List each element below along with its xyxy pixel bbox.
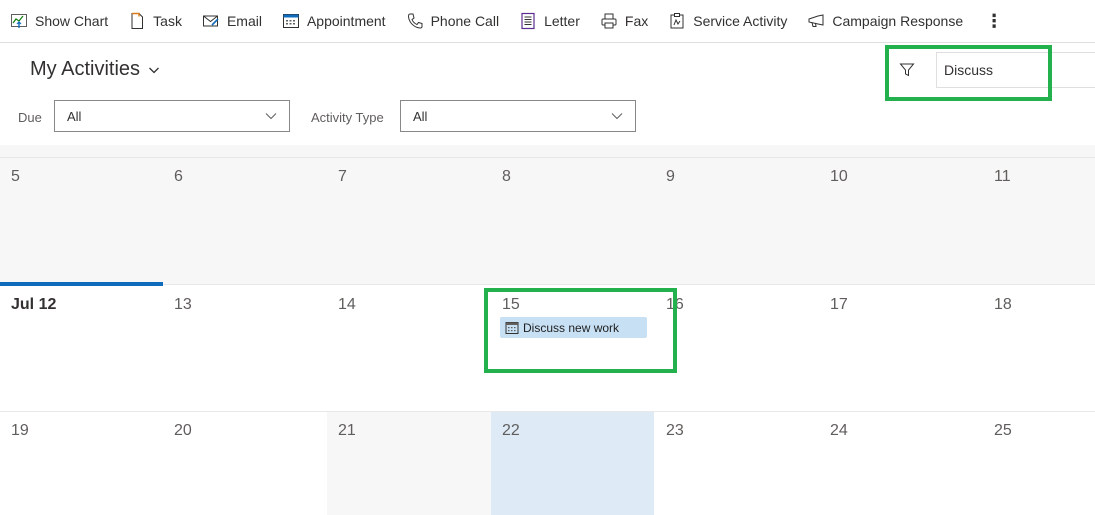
activity-type-filter-label: Activity Type xyxy=(311,110,384,125)
day-number: 25 xyxy=(994,422,1012,439)
calendar-week: 5 6 7 8 9 10 11 xyxy=(0,158,1095,285)
email-label: Email xyxy=(226,13,262,29)
day-number: 8 xyxy=(502,168,511,185)
phone-call-label: Phone Call xyxy=(430,13,500,29)
appointment-icon xyxy=(505,321,519,334)
new-task-button[interactable]: Task xyxy=(118,0,192,43)
day-number: 21 xyxy=(338,422,356,439)
calendar-day[interactable]: 8 xyxy=(491,158,655,284)
due-filter-select[interactable]: All xyxy=(54,100,290,132)
command-bar: Show Chart Task Email Appointment Phone … xyxy=(0,0,1095,43)
day-number: Jul 12 xyxy=(11,296,57,313)
calendar-day-today[interactable]: Jul 12 xyxy=(0,282,163,411)
day-number: 11 xyxy=(994,168,1011,185)
new-campaign-response-button[interactable]: Campaign Response xyxy=(797,0,973,43)
calendar-day[interactable]: 11 xyxy=(983,158,1095,284)
letter-label: Letter xyxy=(544,13,580,29)
day-number: 10 xyxy=(830,168,848,185)
day-number: 24 xyxy=(830,422,848,439)
phone-icon xyxy=(406,12,424,30)
view-selector[interactable]: My Activities xyxy=(30,58,160,81)
chevron-down-icon xyxy=(265,113,277,120)
calendar-header-strip xyxy=(0,145,1095,158)
campaign-response-label: Campaign Response xyxy=(832,13,964,29)
calendar-icon xyxy=(282,12,300,30)
calendar-day[interactable]: 21 xyxy=(327,412,491,515)
activity-type-filter-value: All xyxy=(413,108,428,124)
service-activity-label: Service Activity xyxy=(693,13,788,29)
calendar-day[interactable]: 23 xyxy=(655,412,819,515)
task-icon xyxy=(128,12,146,30)
fax-icon xyxy=(600,12,618,30)
calendar-day[interactable]: 15 Discuss new work xyxy=(491,286,655,411)
more-icon: ⋮ xyxy=(985,10,1004,31)
day-number: 7 xyxy=(338,168,347,185)
new-fax-button[interactable]: Fax xyxy=(590,0,658,43)
calendar-day[interactable]: 19 xyxy=(0,412,163,515)
calendar-day[interactable]: 16 xyxy=(655,286,819,411)
task-label: Task xyxy=(153,13,182,29)
calendar-event[interactable]: Discuss new work xyxy=(500,317,647,338)
email-icon xyxy=(202,12,220,30)
calendar-day[interactable]: 24 xyxy=(819,412,983,515)
letter-icon xyxy=(519,12,537,30)
new-appointment-button[interactable]: Appointment xyxy=(272,0,396,43)
calendar-month-view: 5 6 7 8 9 10 11 Jul 12 13 14 15 Discuss … xyxy=(0,145,1095,515)
day-number: 20 xyxy=(174,422,192,439)
show-chart-button[interactable]: Show Chart xyxy=(0,0,118,43)
day-number: 14 xyxy=(338,296,356,313)
search-box xyxy=(893,52,1095,88)
day-number: 6 xyxy=(174,168,183,185)
calendar-day[interactable]: 20 xyxy=(163,412,327,515)
day-number: 5 xyxy=(11,168,20,185)
calendar-day[interactable]: 25 xyxy=(983,412,1095,515)
new-letter-button[interactable]: Letter xyxy=(509,0,590,43)
calendar-day[interactable]: 5 xyxy=(0,158,163,284)
day-number: 18 xyxy=(994,296,1012,313)
due-filter-value: All xyxy=(67,108,82,124)
calendar-day[interactable]: 17 xyxy=(819,286,983,411)
chevron-down-icon xyxy=(149,67,159,73)
more-commands-button[interactable]: ⋮ xyxy=(973,0,1015,43)
megaphone-icon xyxy=(807,12,825,30)
day-number: 23 xyxy=(666,422,684,439)
new-email-button[interactable]: Email xyxy=(192,0,272,43)
day-number: 22 xyxy=(502,422,520,439)
day-number: 16 xyxy=(666,296,684,313)
calendar-day[interactable]: 18 xyxy=(983,286,1095,411)
today-indicator xyxy=(0,282,163,286)
service-activity-icon xyxy=(668,12,686,30)
calendar-day[interactable]: 13 xyxy=(163,286,327,411)
filter-icon[interactable] xyxy=(899,62,915,78)
calendar-day[interactable]: 14 xyxy=(327,286,491,411)
new-service-activity-button[interactable]: Service Activity xyxy=(658,0,797,43)
chart-icon xyxy=(10,12,28,30)
day-number: 19 xyxy=(11,422,29,439)
calendar-day-selected[interactable]: 22 xyxy=(491,412,654,515)
calendar-day[interactable]: 6 xyxy=(163,158,327,284)
fax-label: Fax xyxy=(624,13,649,29)
calendar-day[interactable]: 7 xyxy=(327,158,491,284)
search-input[interactable] xyxy=(936,52,1095,88)
new-phone-call-button[interactable]: Phone Call xyxy=(396,0,510,43)
appointment-label: Appointment xyxy=(306,13,386,29)
day-number: 13 xyxy=(174,296,192,313)
calendar-week: 19 20 21 22 23 24 25 xyxy=(0,412,1095,515)
calendar-day[interactable]: 10 xyxy=(819,158,983,284)
event-title: Discuss new work xyxy=(523,320,620,335)
chevron-down-icon xyxy=(611,113,623,120)
show-chart-label: Show Chart xyxy=(35,13,109,29)
day-number: 9 xyxy=(666,168,675,185)
calendar-day[interactable]: 9 xyxy=(655,158,819,284)
day-number: 15 xyxy=(502,296,520,313)
calendar-week: Jul 12 13 14 15 Discuss new work 16 17 1… xyxy=(0,282,1095,412)
activity-type-filter-select[interactable]: All xyxy=(400,100,636,132)
day-number: 17 xyxy=(830,296,848,313)
page-title: My Activities xyxy=(30,58,141,80)
due-filter-label: Due xyxy=(18,110,42,125)
